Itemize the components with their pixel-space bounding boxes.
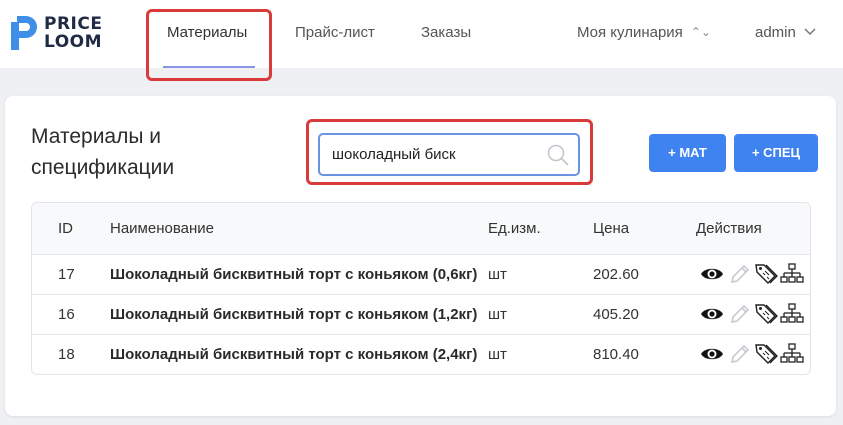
price-tags-icon[interactable] [754,302,778,326]
nav-orders[interactable]: Заказы [421,24,471,41]
col-price[interactable]: Цена [593,220,629,237]
pencil-icon[interactable] [728,262,752,286]
col-unit[interactable]: Ед.изм. [488,220,541,237]
logo-line1: PRICE [44,14,103,34]
cell-unit: шт [488,346,507,363]
cell-unit: шт [488,306,507,323]
highlight-nav-materials [146,9,272,81]
hierarchy-icon[interactable] [780,302,804,326]
price-tags-icon[interactable] [754,262,778,286]
cell-price: 405.20 [593,306,639,323]
hierarchy-icon[interactable] [780,262,804,286]
nav-price-list[interactable]: Прайс-лист [295,24,375,41]
cell-id: 16 [58,306,75,323]
col-id[interactable]: ID [58,220,73,237]
pencil-icon[interactable] [728,302,752,326]
updown-chevron-icon: ⌃⌄ [690,25,711,39]
user-menu[interactable]: admin [755,24,816,41]
eye-icon[interactable] [700,342,724,366]
logo-mark-icon [11,16,37,50]
logo-text: PRICE LOOM [44,15,102,51]
materials-table: ID Наименование Ед.изм. Цена Действия 17… [31,202,811,375]
hierarchy-icon[interactable] [780,342,804,366]
logo-line2: LOOM [44,32,103,52]
cell-price: 202.60 [593,266,639,283]
chevron-down-icon [804,25,816,39]
cell-name[interactable]: Шоколадный бисквитный торт с коньяком (0… [110,266,477,283]
table-row[interactable]: 16 Шоколадный бисквитный торт с коньяком … [32,295,810,335]
add-material-button[interactable]: + МАТ [649,134,726,172]
page-title: Материалы и спецификации [31,125,175,179]
workspace-selector[interactable]: Моя кулинария ⌃⌄ [577,24,711,41]
pencil-icon[interactable] [728,342,752,366]
table-row[interactable]: 18 Шоколадный бисквитный торт с коньяком … [32,335,810,374]
col-name[interactable]: Наименование [110,220,214,237]
cell-price: 810.40 [593,346,639,363]
cell-unit: шт [488,266,507,283]
cell-id: 18 [58,346,75,363]
table-row[interactable]: 17 Шоколадный бисквитный торт с коньяком … [32,255,810,295]
table-header: ID Наименование Ед.изм. Цена Действия [32,203,810,255]
top-bar: PRICE LOOM Материалы Прайс-лист Заказы М… [0,0,843,68]
add-spec-button[interactable]: + СПЕЦ [734,134,818,172]
eye-icon[interactable] [700,302,724,326]
cell-id: 17 [58,266,75,283]
col-actions: Действия [696,220,762,237]
price-tags-icon[interactable] [754,342,778,366]
cell-name[interactable]: Шоколадный бисквитный торт с коньяком (2… [110,346,477,363]
workspace-label: Моя кулинария [577,24,683,41]
highlight-search [306,119,593,185]
eye-icon[interactable] [700,262,724,286]
user-label: admin [755,24,796,41]
cell-name[interactable]: Шоколадный бисквитный торт с коньяком (1… [110,306,477,323]
logo[interactable]: PRICE LOOM [8,13,118,55]
